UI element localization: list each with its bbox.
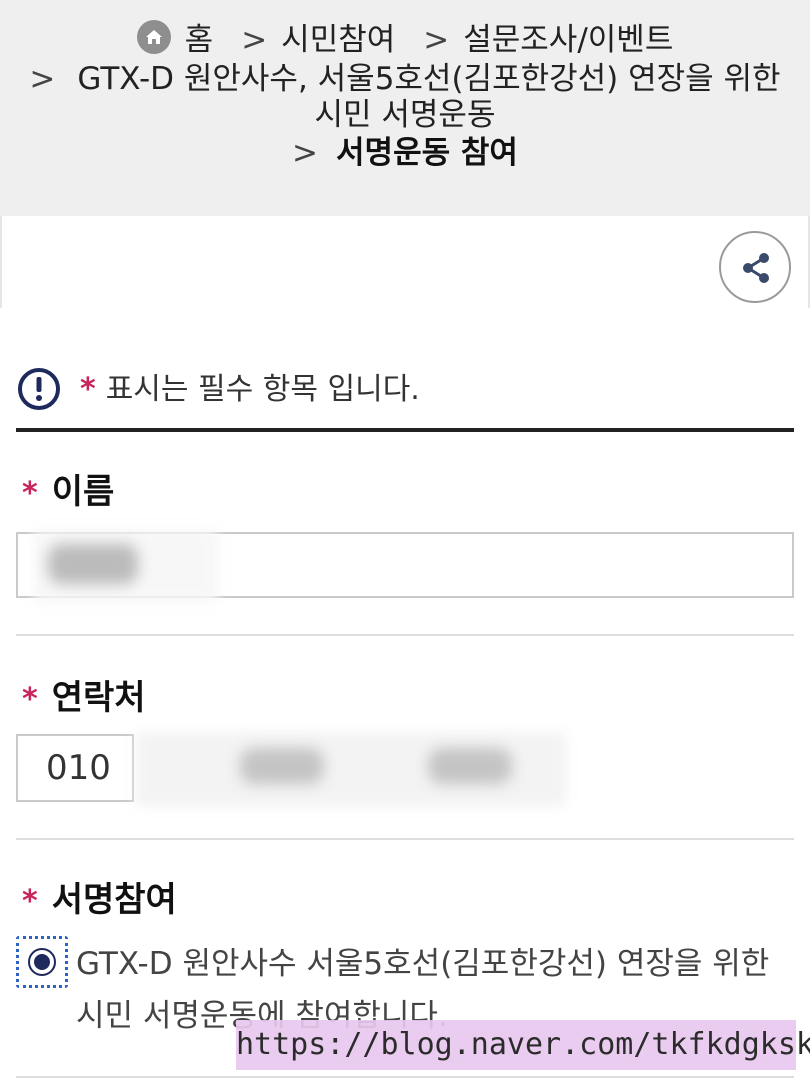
divider bbox=[0, 216, 2, 308]
name-input[interactable] bbox=[16, 530, 794, 602]
divider bbox=[16, 1076, 794, 1078]
chevron-right-icon: > bbox=[423, 22, 450, 58]
redacted-text bbox=[48, 544, 138, 584]
notice-label: 표시는 필수 항목 입니다. bbox=[105, 372, 420, 407]
signature-label: * 서명참여 bbox=[22, 878, 177, 924]
required-star: * bbox=[22, 884, 38, 919]
signature-label-text: 서명참여 bbox=[51, 880, 177, 920]
breadcrumb-row-3: 시민 서명운동 bbox=[0, 96, 810, 134]
required-star: * bbox=[80, 372, 96, 407]
radio-circle bbox=[28, 948, 56, 976]
required-star: * bbox=[22, 476, 38, 511]
contact-label: * 연락처 bbox=[22, 676, 146, 722]
watermark: https://blog.naver.com/tkfkdgksk12 bbox=[236, 1020, 810, 1070]
breadcrumb-row-2: > GTX-D 원안사수, 서울5호선(김포한강선) 연장을 위한 bbox=[0, 60, 810, 98]
breadcrumb-current: 서명운동 참여 bbox=[336, 135, 518, 171]
chevron-right-icon: > bbox=[29, 61, 56, 97]
divider bbox=[16, 634, 794, 636]
radio-dot bbox=[34, 954, 50, 970]
share-icon bbox=[743, 253, 769, 283]
breadcrumb-row-1: 홈 > 시민참여 > 설문조사/이벤트 bbox=[0, 20, 810, 59]
notice-text: * 표시는 필수 항목 입니다. bbox=[80, 370, 420, 410]
breadcrumb-item-survey[interactable]: 설문조사/이벤트 bbox=[463, 22, 673, 58]
home-icon[interactable] bbox=[136, 20, 171, 54]
signature-radio[interactable] bbox=[16, 936, 68, 988]
breadcrumb: 홈 > 시민참여 > 설문조사/이벤트 > GTX-D 원안사수, 서울5호선(김포한강선… bbox=[0, 0, 810, 216]
breadcrumb-item-campaign[interactable]: GTX-D 원안사수, 서울5호선(김포한강선) 연장을 위한 bbox=[77, 61, 780, 97]
breadcrumb-item-citizen[interactable]: 시민참여 bbox=[281, 22, 395, 58]
name-label: * 이름 bbox=[22, 470, 114, 516]
contact-label-text: 연락처 bbox=[51, 678, 146, 718]
divider bbox=[16, 838, 794, 840]
chevron-right-icon: > bbox=[292, 135, 319, 171]
breadcrumb-item-campaign-cont[interactable]: 시민 서명운동 bbox=[315, 97, 496, 133]
phone-prefix-input[interactable]: 010 bbox=[16, 734, 134, 802]
name-label-text: 이름 bbox=[51, 472, 115, 512]
chevron-right-icon: > bbox=[241, 22, 268, 58]
breadcrumb-row-4: > 서명운동 참여 bbox=[0, 134, 810, 172]
share-button[interactable] bbox=[719, 231, 791, 303]
breadcrumb-home[interactable]: 홈 bbox=[185, 22, 214, 58]
content-top bbox=[0, 216, 810, 308]
redacted-text bbox=[240, 748, 324, 784]
divider bbox=[16, 428, 794, 432]
redacted-text bbox=[428, 748, 512, 784]
exclamation-circle-icon bbox=[18, 368, 60, 410]
required-star: * bbox=[22, 682, 38, 717]
required-notice: * 표시는 필수 항목 입니다. bbox=[16, 366, 796, 412]
